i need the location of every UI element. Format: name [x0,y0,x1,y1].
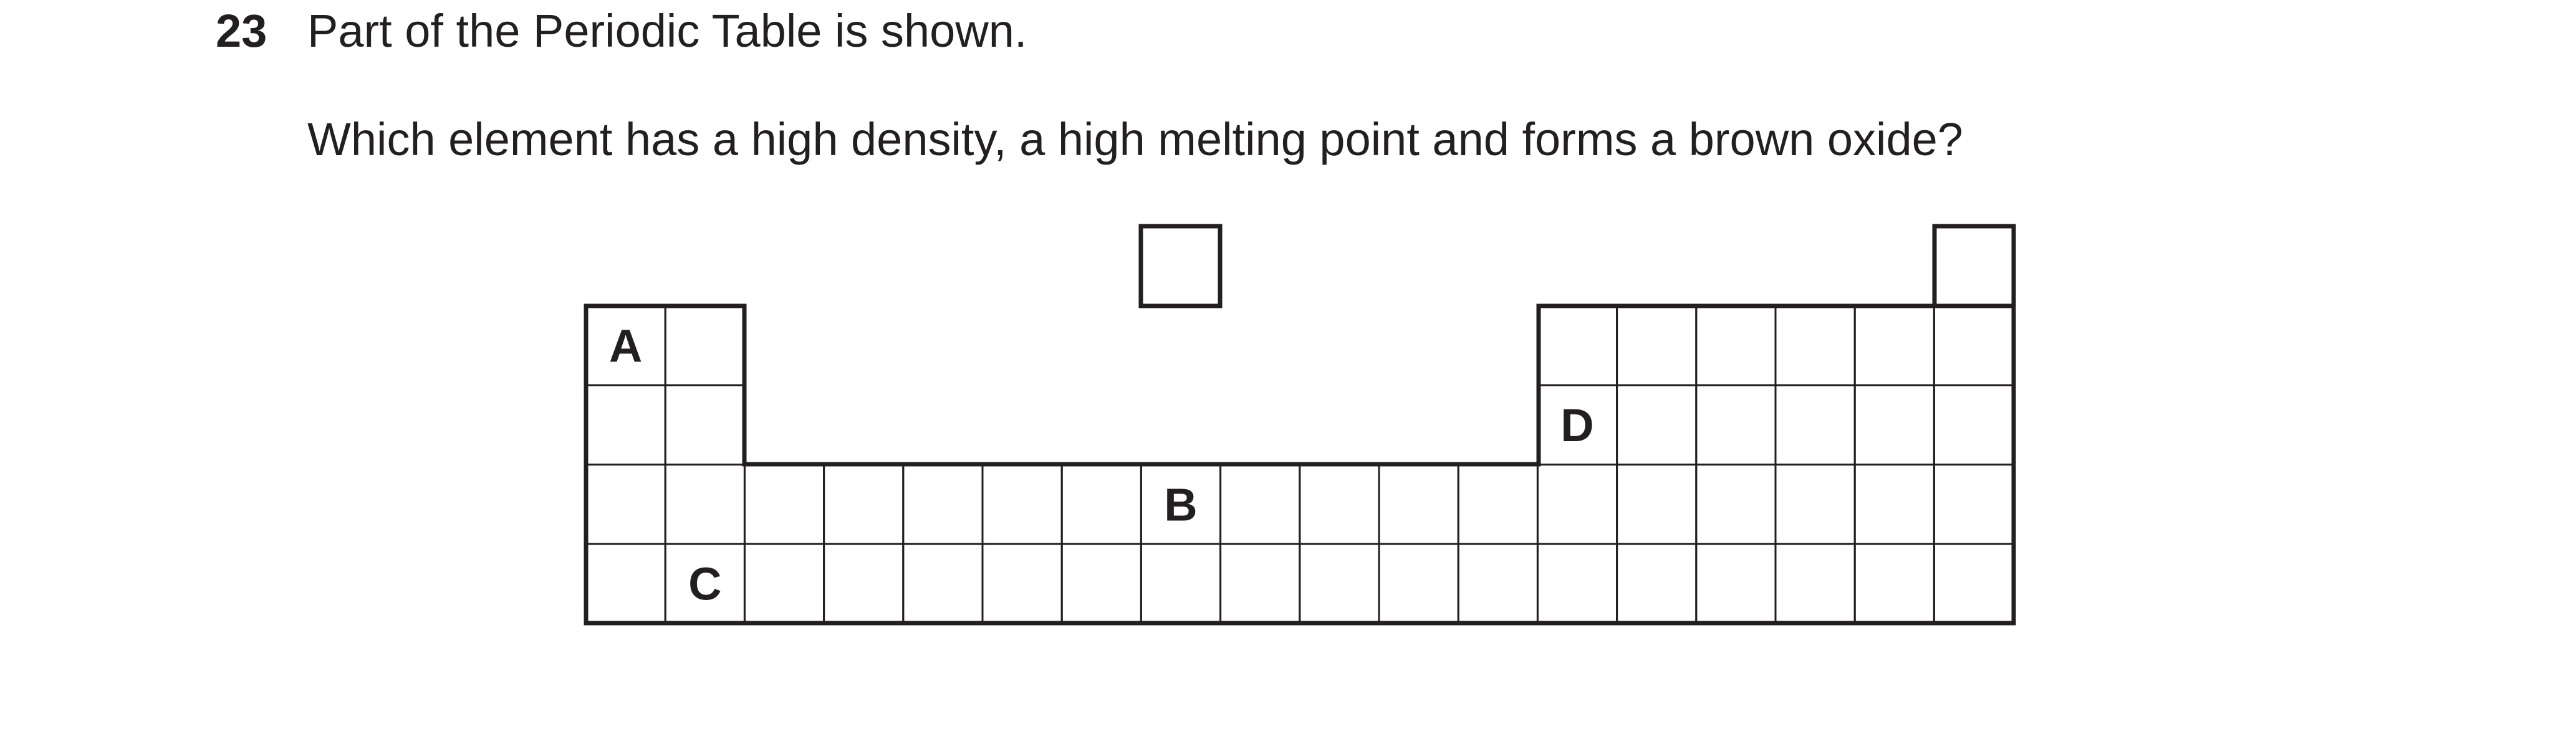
table-cell [664,305,746,386]
table-cell [1457,464,1539,545]
table-cell [1695,543,1777,624]
table-cell [1695,464,1777,545]
table-cell [1378,543,1459,624]
table-cell [1774,305,1856,386]
table-cell [981,464,1063,545]
table-cell [743,543,825,624]
table-cell [1060,543,1142,624]
table-cell [1774,464,1856,545]
table-cell [902,543,984,624]
table-cell [1933,305,2015,386]
table-cell [1536,464,1618,545]
element-label-d: D [1560,399,1593,451]
helium-box [1932,224,2016,306]
element-label-c: C [688,558,721,610]
table-cell [1853,543,1935,624]
table-cell [1299,464,1380,545]
table-cell [981,543,1063,624]
table-cell [1853,384,1935,466]
table-cell [1933,543,2015,624]
table-cell [1536,543,1618,624]
table-cell [823,543,905,624]
table-cell [1378,464,1459,545]
table-cell [1219,543,1301,624]
hydrogen-box [1138,224,1223,308]
table-cell [664,464,746,545]
table-cell [1616,305,1698,386]
table-cell [1774,384,1856,466]
table-cell [1695,305,1777,386]
table-cell [664,384,746,466]
table-cell [1616,384,1698,466]
table-cell [1695,384,1777,466]
element-label-a: A [609,320,642,372]
table-cell [1219,464,1301,545]
table-cell [1299,543,1380,624]
table-cell [1140,543,1222,624]
table-cell [823,464,905,545]
table-cell [1616,543,1698,624]
table-cell [1536,305,1618,386]
table-cell [1853,305,1935,386]
table-cell [743,464,825,545]
table-cell [1457,543,1539,624]
table-cell [902,464,984,545]
table-cell [1933,384,2015,466]
periodic-table-diagram: A D B C [584,224,2016,626]
table-cell [585,543,666,624]
table-cell [1853,464,1935,545]
table-cell [1060,464,1142,545]
element-label-b: B [1164,479,1197,530]
table-cell [585,384,666,466]
table-cell [1774,543,1856,624]
table-cell [1933,464,2015,545]
table-cell [585,464,666,545]
table-cell [1616,464,1698,545]
